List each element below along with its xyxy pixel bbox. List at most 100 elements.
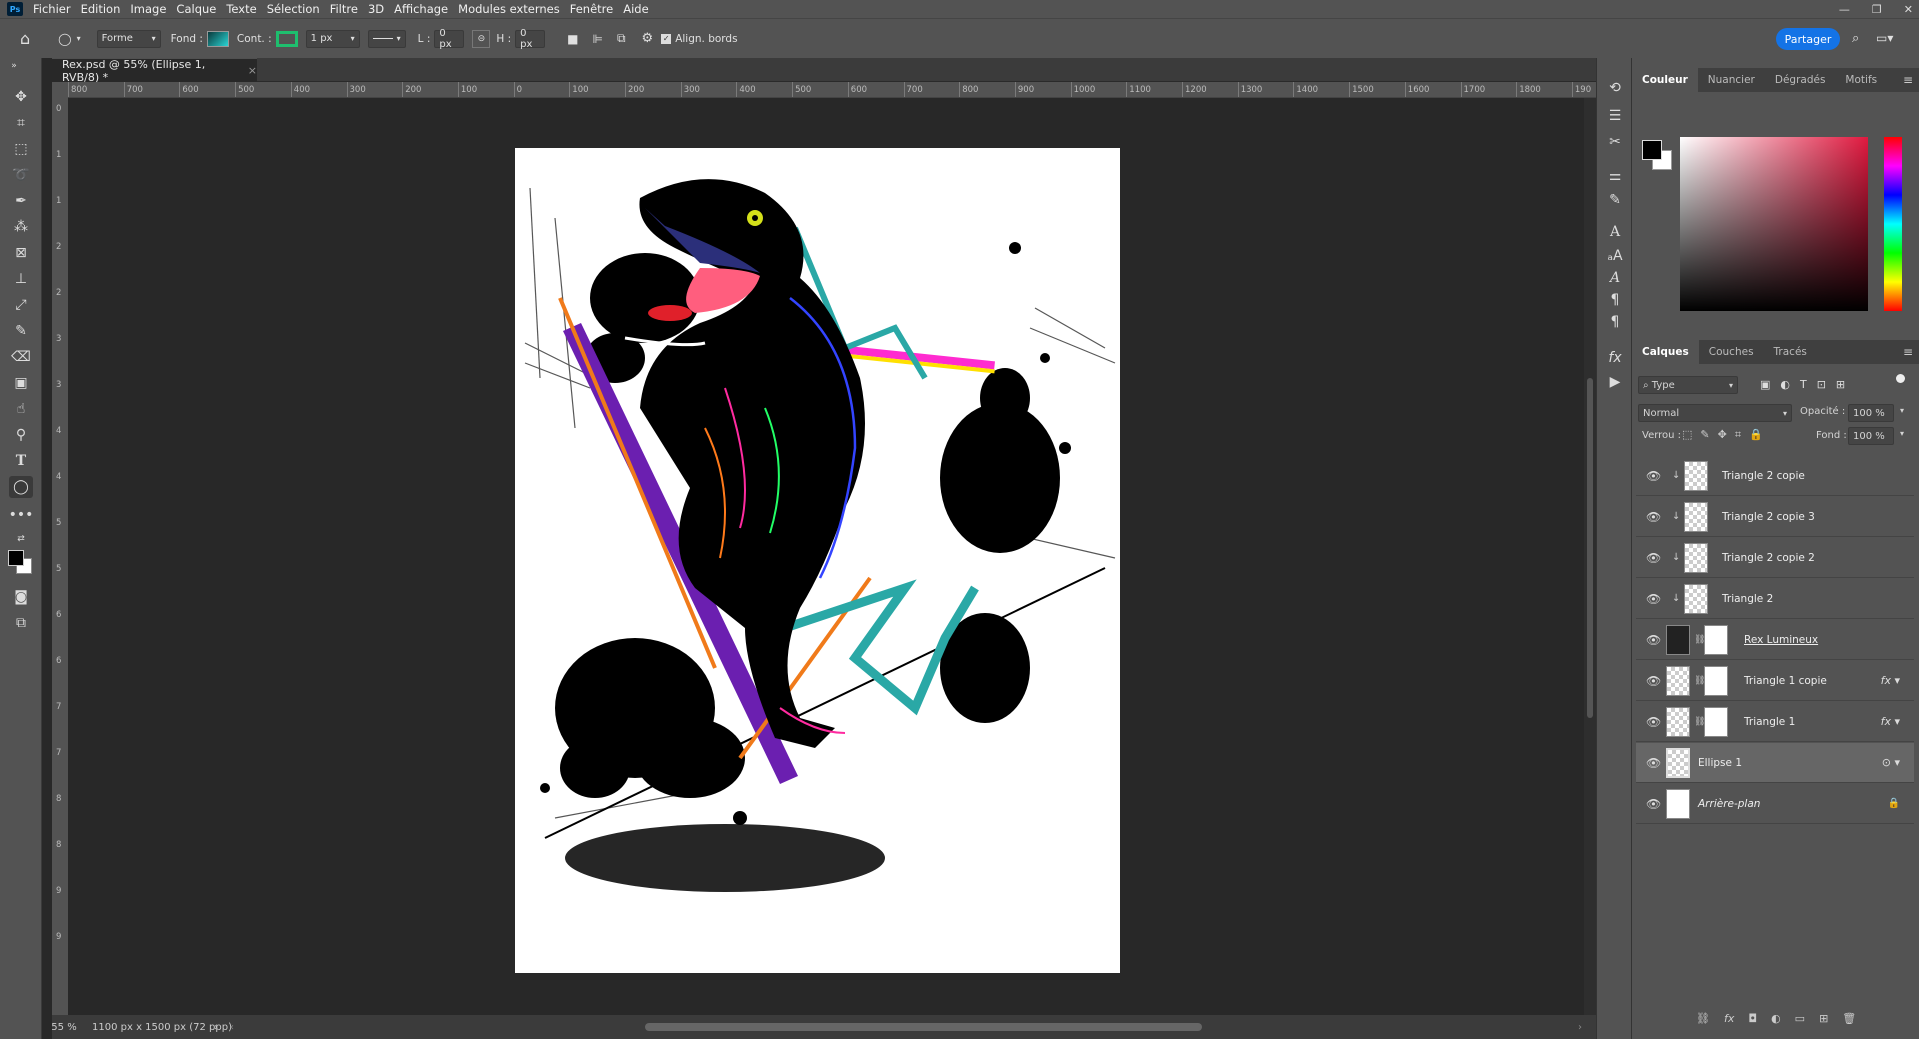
- visibility-eye-icon[interactable]: 👁: [1646, 510, 1661, 524]
- eyedropper-tool-icon[interactable]: ⤢: [9, 294, 33, 316]
- layer-name[interactable]: Triangle 1 copie: [1744, 675, 1827, 687]
- path-arrangement-icon[interactable]: ⧉: [617, 31, 626, 46]
- add-mask-icon[interactable]: ◘: [1748, 1012, 1757, 1025]
- paragraph-styles-icon[interactable]: ¶: [1605, 312, 1625, 332]
- glyphs-icon[interactable]: A: [1605, 268, 1625, 288]
- tab-nuancier[interactable]: Nuancier: [1698, 68, 1765, 92]
- hue-slider[interactable]: [1884, 137, 1902, 311]
- color-picker-field[interactable]: [1680, 137, 1868, 311]
- path-alignment-icon[interactable]: ⊫: [593, 32, 603, 46]
- layer-row[interactable]: 👁 ⛓ Triangle 1 copie fx ▾: [1636, 661, 1914, 701]
- frame-tool-icon[interactable]: ⊠: [9, 242, 33, 264]
- gear-icon[interactable]: ⚙: [642, 31, 654, 46]
- move-tool-icon[interactable]: ✥: [9, 86, 33, 108]
- layer-name[interactable]: Ellipse 1: [1698, 757, 1742, 769]
- layer-effects-icon[interactable]: fx ▾: [1881, 715, 1900, 728]
- shape-layer-icon[interactable]: ⊙ ▾: [1882, 756, 1900, 769]
- menu-modules-externes[interactable]: Modules externes: [458, 2, 560, 16]
- gradient-tool-icon[interactable]: ▣: [9, 372, 33, 394]
- horizontal-scroll-thumb[interactable]: [645, 1023, 1202, 1031]
- link-dimensions-icon[interactable]: ⊝: [472, 29, 491, 48]
- actions-icon[interactable]: ▶: [1605, 372, 1625, 392]
- layer-row[interactable]: 👁 ↓ Triangle 2 copie 2: [1636, 538, 1914, 578]
- new-layer-icon[interactable]: ⊞: [1819, 1012, 1828, 1025]
- menu-fenetre[interactable]: Fenêtre: [570, 2, 613, 16]
- layer-name[interactable]: Rex Lumineux: [1744, 634, 1818, 646]
- layer-name[interactable]: Triangle 2: [1722, 593, 1773, 605]
- history-icon[interactable]: ⟲: [1605, 78, 1625, 98]
- document-canvas[interactable]: [515, 148, 1120, 973]
- layer-name[interactable]: Arrière-plan: [1698, 798, 1760, 810]
- tab-couches[interactable]: Couches: [1699, 340, 1764, 364]
- tools-presets-icon[interactable]: ✂: [1605, 132, 1625, 152]
- layer-row[interactable]: 👁 ↓ Triangle 2 copie: [1636, 456, 1914, 496]
- path-operations-icon[interactable]: ■: [567, 32, 578, 46]
- ellipse-tool-preset-icon[interactable]: ◯ ▾: [58, 32, 80, 46]
- layer-name[interactable]: Triangle 2 copie: [1722, 470, 1805, 482]
- stroke-width-select[interactable]: 1 px ▾: [305, 29, 360, 48]
- new-group-icon[interactable]: ▭: [1795, 1012, 1805, 1025]
- layer-filter-icons[interactable]: ▣◐T⊡⊞: [1760, 378, 1855, 391]
- lock-options-icons[interactable]: ⬚✎✥⌗🔒: [1682, 428, 1771, 442]
- visibility-eye-icon[interactable]: 👁: [1646, 633, 1661, 647]
- fill-field[interactable]: 100 %: [1848, 427, 1894, 445]
- menu-selection[interactable]: Sélection: [267, 2, 320, 16]
- color-panel-menu-icon[interactable]: ≡: [1903, 73, 1913, 87]
- quick-mask-icon[interactable]: ◙: [9, 586, 33, 608]
- layer-row[interactable]: 👁 ⛓ Rex Lumineux: [1636, 620, 1914, 660]
- visibility-eye-icon[interactable]: 👁: [1646, 551, 1661, 565]
- close-icon[interactable]: ✕: [1904, 3, 1913, 16]
- adjustment-layer-icon[interactable]: ◐: [1771, 1012, 1781, 1025]
- brush-tool-icon[interactable]: ✎: [9, 320, 33, 342]
- layer-row-selected[interactable]: 👁 Ellipse 1 ⊙ ▾: [1636, 743, 1914, 783]
- magic-wand-tool-icon[interactable]: ⁂: [9, 216, 33, 238]
- stroke-type-select[interactable]: ▾: [367, 29, 406, 48]
- properties-icon[interactable]: ⚌: [1605, 166, 1625, 186]
- fill-swatch[interactable]: [206, 30, 229, 47]
- layer-filter-select[interactable]: ⌕ Type ▾: [1638, 376, 1738, 394]
- tab-calques[interactable]: Calques: [1632, 340, 1699, 364]
- menu-filtre[interactable]: Filtre: [330, 2, 358, 16]
- shape-mode-select[interactable]: Forme ▾: [96, 29, 161, 48]
- eraser-tool-icon[interactable]: ⌫: [9, 346, 33, 368]
- search-icon[interactable]: ⌕: [1852, 31, 1859, 46]
- horizontal-ruler[interactable]: 800 700 600 500 400 300 200 100 0 100 200 300 400 500…: [68, 82, 1596, 98]
- character-icon[interactable]: A: [1605, 222, 1625, 242]
- character-styles-icon[interactable]: ₐA: [1605, 246, 1625, 266]
- visibility-eye-icon[interactable]: 👁: [1646, 756, 1661, 770]
- scroll-left-icon[interactable]: ‹: [230, 1022, 234, 1033]
- adjustments-icon[interactable]: ☰: [1605, 106, 1625, 126]
- lasso-tool-icon[interactable]: ➰: [9, 164, 33, 186]
- delete-layer-icon[interactable]: 🗑: [1842, 1012, 1856, 1025]
- smudge-tool-icon[interactable]: ☝: [9, 398, 33, 420]
- scroll-right-icon[interactable]: ›: [1578, 1022, 1582, 1033]
- layer-row[interactable]: 👁 Arrière-plan 🔒: [1636, 784, 1914, 824]
- visibility-eye-icon[interactable]: 👁: [1646, 592, 1661, 606]
- menu-aide[interactable]: Aide: [623, 2, 648, 16]
- crop-tool-icon[interactable]: ⌗: [9, 112, 33, 134]
- styles-icon[interactable]: fx: [1605, 348, 1625, 368]
- marquee-tool-icon[interactable]: ⬚: [9, 138, 33, 160]
- menu-fichier[interactable]: Fichier: [33, 2, 71, 16]
- status-arrow-icon[interactable]: ›: [214, 1022, 218, 1033]
- filter-toggle-icon[interactable]: [1896, 374, 1905, 383]
- visibility-eye-icon[interactable]: 👁: [1646, 469, 1661, 483]
- share-button[interactable]: Partager: [1776, 28, 1840, 50]
- tab-degrades[interactable]: Dégradés: [1765, 68, 1836, 92]
- brushes-icon[interactable]: ✎: [1605, 190, 1625, 210]
- layer-row[interactable]: 👁 ⛓ Triangle 1 fx ▾: [1636, 702, 1914, 742]
- ellipse-tool-icon[interactable]: ◯: [9, 476, 33, 498]
- layer-row[interactable]: 👁 ↓ Triangle 2: [1636, 579, 1914, 619]
- minimize-icon[interactable]: —: [1839, 3, 1850, 16]
- home-icon[interactable]: ⌂: [20, 29, 30, 48]
- add-style-icon[interactable]: fx: [1724, 1012, 1734, 1025]
- screen-mode-icon[interactable]: ⧉: [9, 612, 33, 634]
- paragraph-icon[interactable]: ¶: [1605, 290, 1625, 310]
- close-tab-icon[interactable]: ×: [248, 64, 257, 77]
- menu-calque[interactable]: Calque: [176, 2, 216, 16]
- pen-tool-icon[interactable]: ✒: [9, 190, 33, 212]
- tab-traces[interactable]: Tracés: [1764, 340, 1817, 364]
- layer-name[interactable]: Triangle 2 copie 3: [1722, 511, 1815, 523]
- dodge-tool-icon[interactable]: ⚲: [9, 424, 33, 446]
- layers-panel-menu-icon[interactable]: ≡: [1903, 345, 1913, 359]
